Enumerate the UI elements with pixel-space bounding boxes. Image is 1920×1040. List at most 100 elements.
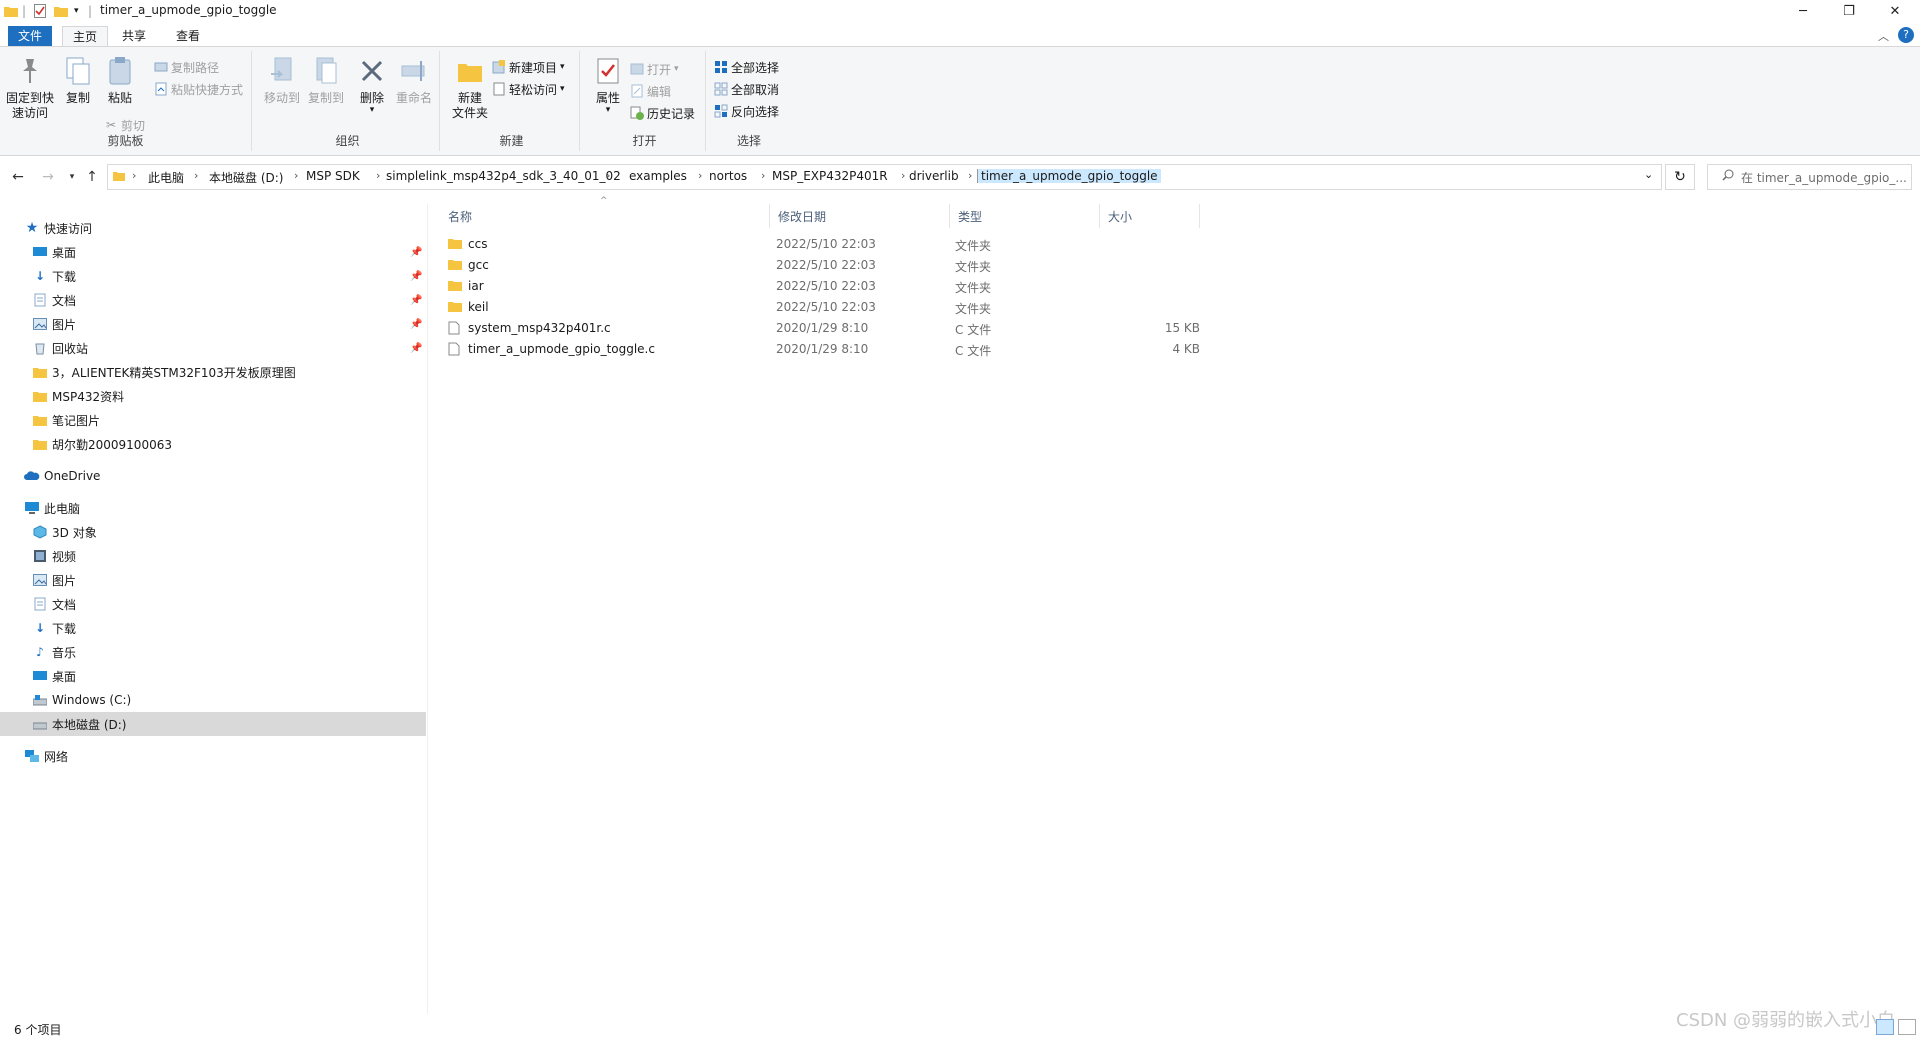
delete-dropdown-icon[interactable]: ▾ [348,106,396,115]
breadcrumb-separator-icon[interactable]: › [294,169,298,182]
tab-home[interactable]: 主页 [62,26,109,46]
column-header-type[interactable]: 类型 [950,204,1100,228]
breadcrumb-separator-icon[interactable]: › [376,169,380,182]
breadcrumb-sdk-folder[interactable]: simplelink_msp432p4_sdk_3_40_01_02 [386,169,621,183]
copy-to-button[interactable]: 复制到 [302,55,350,106]
copy-path-button[interactable]: 复制路径 [154,57,219,77]
nav-item-folder[interactable]: MSP432资料 [0,384,426,408]
nav-pc-3d-objects[interactable]: 3D 对象 [0,520,426,544]
nav-network[interactable]: 网络 [0,744,426,768]
close-button[interactable]: ✕ [1872,0,1918,22]
up-arrow-icon[interactable]: ↑ [82,168,102,186]
tab-file[interactable]: 文件 [8,26,53,46]
breadcrumb-nortos[interactable]: nortos [709,169,747,183]
nav-pc-desktop[interactable]: 桌面 [0,664,426,688]
tab-share[interactable]: 共享 [112,26,156,46]
nav-item-folder[interactable]: 笔记图片 [0,408,426,432]
column-header-size[interactable]: 大小 [1100,204,1200,228]
nav-item-downloads[interactable]: ↓ 下载 📌 [0,264,426,288]
open-button[interactable]: 打开 ▾ [630,59,679,79]
breadcrumb-this-pc[interactable]: 此电脑 [148,169,184,186]
pin-icon[interactable]: 📌 [410,343,422,354]
address-history-dropdown-icon[interactable]: ⌄ [1644,168,1653,181]
properties-dropdown-icon[interactable]: ▾ [584,106,632,115]
nav-onedrive[interactable]: OneDrive [0,464,426,488]
breadcrumb-examples[interactable]: examples [629,169,687,183]
breadcrumb-msp-sdk[interactable]: MSP SDK [306,169,360,183]
select-none-button[interactable]: 全部取消 [714,79,779,99]
properties-button[interactable]: 属性 ▾ [584,55,632,115]
rename-button[interactable]: 重命名 [390,55,438,106]
recent-locations-icon[interactable]: ▾ [62,168,82,186]
help-icon[interactable]: ? [1898,27,1914,43]
breadcrumb-separator-icon[interactable]: › [901,169,905,182]
minimize-button[interactable]: ─ [1780,0,1826,22]
nav-pc-drive-c[interactable]: Windows (C:) [0,688,426,712]
nav-pc-downloads[interactable]: ↓ 下载 [0,616,426,640]
nav-item-folder[interactable]: 胡尔勤20009100063 [0,432,426,456]
nav-item-recycle-bin[interactable]: 回收站 📌 [0,336,426,360]
file-row[interactable]: iar 2022/5/10 22:03 文件夹 [440,276,1200,297]
breadcrumb-separator-icon[interactable]: › [698,169,702,182]
breadcrumb-separator-icon[interactable]: › [761,169,765,182]
new-item-icon [492,60,506,74]
nav-item-folder[interactable]: 3，ALIENTEK精英STM32F103开发板原理图 [0,360,426,384]
breadcrumb-separator-icon[interactable]: › [194,169,198,182]
pin-icon[interactable]: 📌 [410,319,422,330]
nav-item-desktop[interactable]: 桌面 📌 [0,240,426,264]
refresh-button[interactable]: ↻ [1665,164,1695,190]
nav-pc-drive-d[interactable]: 本地磁盘 (D:) [0,712,426,736]
file-row[interactable]: gcc 2022/5/10 22:03 文件夹 [440,255,1200,276]
select-all-button[interactable]: 全部选择 [714,57,779,77]
collapse-ribbon-icon[interactable]: ︿ [1878,28,1889,44]
file-row[interactable]: ccs 2022/5/10 22:03 文件夹 [440,234,1200,255]
pin-quick-access-button[interactable]: 固定到快 速访问 [6,55,54,121]
maximize-button[interactable]: ❐ [1826,0,1872,22]
customize-quick-access-icon[interactable]: ▾ [74,3,79,19]
history-button[interactable]: 历史记录 [630,103,695,123]
breadcrumb-separator-icon[interactable]: › [132,169,136,182]
address-bar[interactable]: › 此电脑 › 本地磁盘 (D:) › MSP SDK › simplelink… [107,164,1662,190]
file-modified: 2022/5/10 22:03 [776,237,876,251]
new-item-button[interactable]: 新建项目 ▾ [492,57,565,77]
nav-item-pictures[interactable]: 图片 📌 [0,312,426,336]
breadcrumb-current[interactable]: timer_a_upmode_gpio_toggle [977,169,1161,183]
edit-button[interactable]: 编辑 [630,81,671,101]
breadcrumb-driverlib[interactable]: driverlib [909,169,959,183]
pin-icon[interactable]: 📌 [410,271,422,282]
paste-button[interactable]: 粘贴 [96,55,144,106]
back-arrow-icon[interactable]: ← [8,168,28,186]
paste-shortcut-button[interactable]: 粘贴快捷方式 [154,79,243,99]
file-row[interactable]: keil 2022/5/10 22:03 文件夹 [440,297,1200,318]
details-view-icon[interactable] [1876,1019,1894,1035]
new-folder-button[interactable]: 新建 文件夹 [446,55,494,121]
breadcrumb-separator-icon[interactable]: › [606,169,610,182]
properties-quick-icon[interactable] [34,3,46,19]
copy-button[interactable]: 复制 [54,55,102,106]
nav-item-documents[interactable]: 文档 📌 [0,288,426,312]
nav-pc-videos[interactable]: 视频 [0,544,426,568]
file-row[interactable]: timer_a_upmode_gpio_toggle.c 2020/1/29 8… [440,339,1200,360]
easy-access-button[interactable]: 轻松访问 ▾ [492,79,565,99]
pin-icon[interactable]: 📌 [410,295,422,306]
nav-pc-music[interactable]: ♪ 音乐 [0,640,426,664]
breadcrumb-separator-icon[interactable]: › [968,169,972,182]
nav-this-pc[interactable]: 此电脑 [0,496,426,520]
nav-pc-pictures[interactable]: 图片 [0,568,426,592]
breadcrumb-board[interactable]: MSP_EXP432P401R [772,169,888,183]
search-input[interactable]: 在 timer_a_upmode_gpio_... [1707,164,1912,190]
large-icons-view-icon[interactable] [1898,1019,1916,1035]
file-row[interactable]: system_msp432p401r.c 2020/1/29 8:10 C 文件… [440,318,1200,339]
pin-icon[interactable]: 📌 [410,247,422,258]
tab-view[interactable]: 查看 [166,26,210,46]
invert-selection-button[interactable]: 反向选择 [714,101,779,121]
forward-arrow-icon[interactable]: → [38,168,58,186]
new-folder-quick-icon[interactable] [54,3,68,19]
breadcrumb-drive-d[interactable]: 本地磁盘 (D:) [209,169,283,186]
delete-button[interactable]: 删除 ▾ [348,55,396,115]
column-header-name[interactable]: 名称 [440,204,770,228]
move-to-button[interactable]: 移动到 [258,55,306,106]
nav-quick-access[interactable]: ★ 快速访问 [0,216,426,240]
column-header-modified[interactable]: 修改日期 [770,204,950,228]
nav-pc-documents[interactable]: 文档 [0,592,426,616]
